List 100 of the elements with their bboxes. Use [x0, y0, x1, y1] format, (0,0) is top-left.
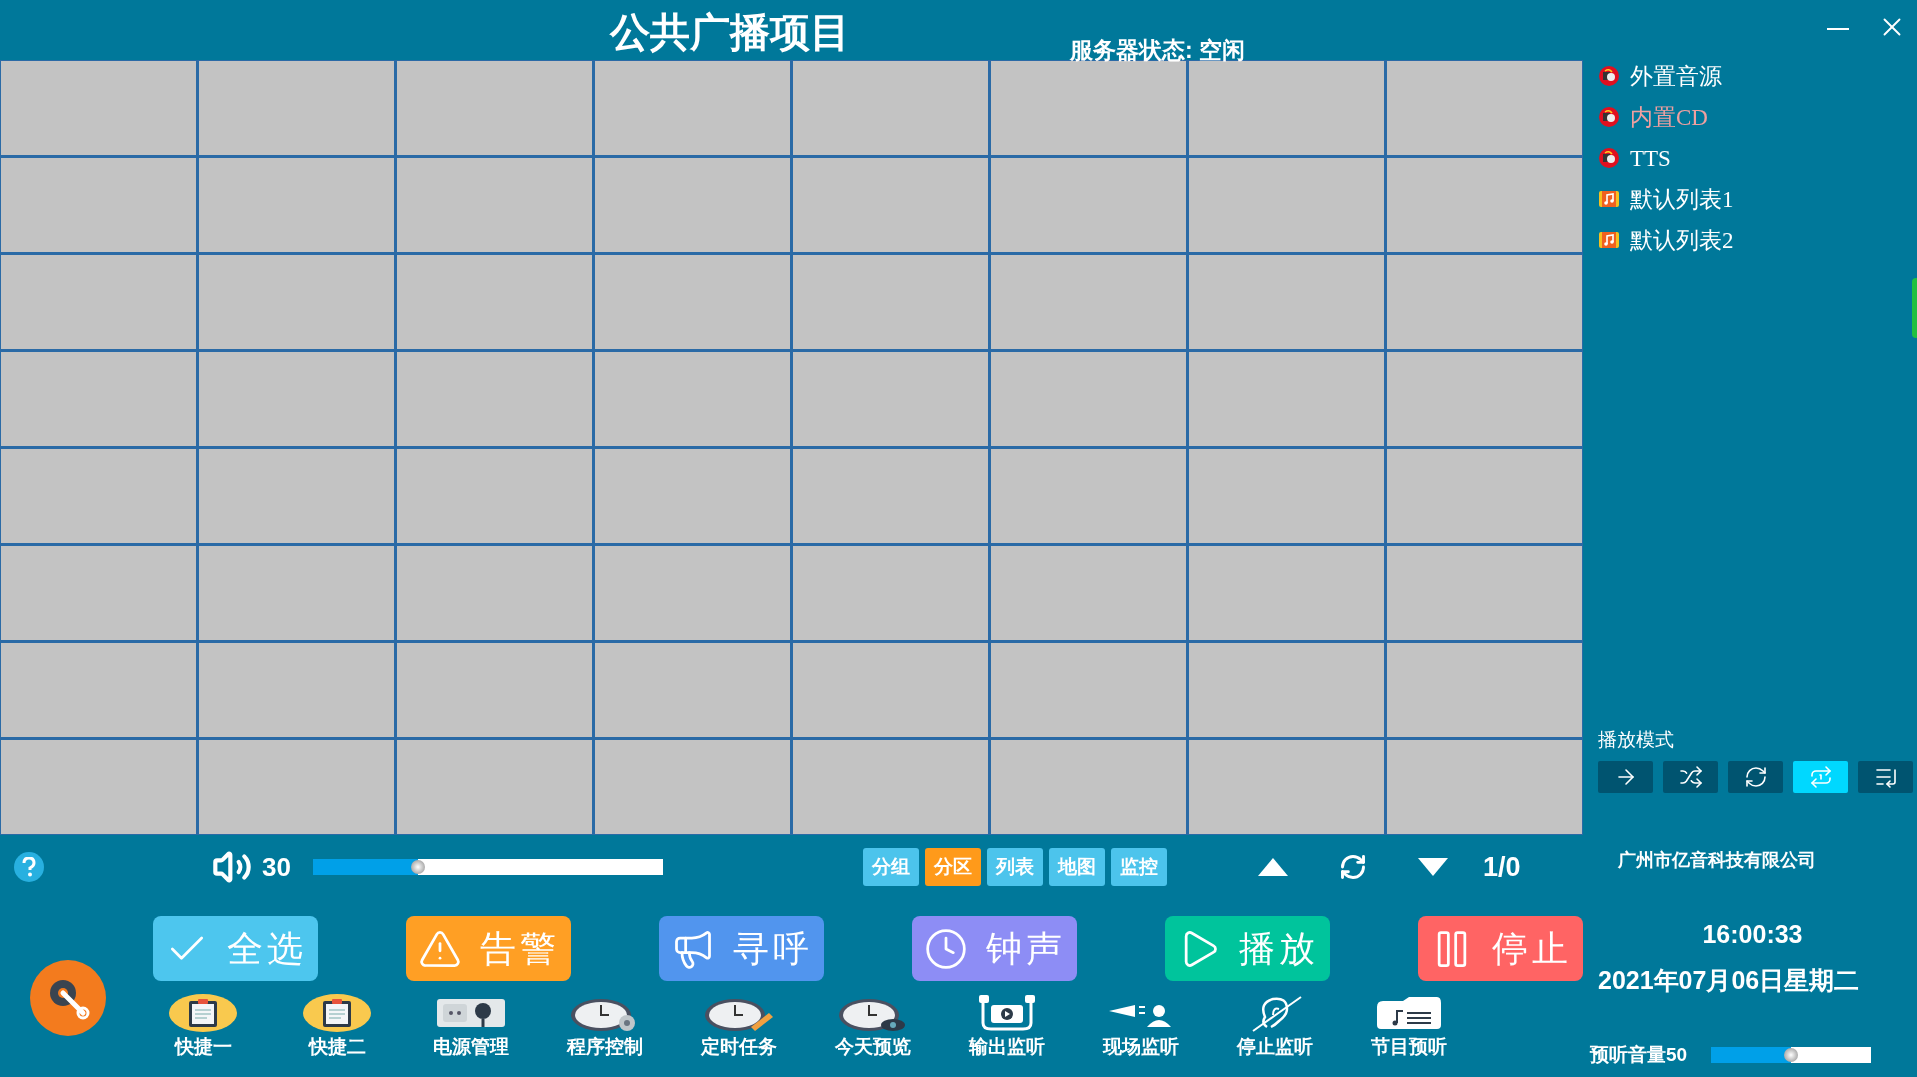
volume-slider[interactable] — [312, 859, 663, 875]
tool-button[interactable]: 定时任务 — [672, 993, 806, 1059]
zone-cell[interactable] — [397, 158, 592, 252]
scrollbar-thumb[interactable] — [1912, 278, 1917, 338]
zone-cell[interactable] — [1, 740, 196, 834]
zone-cell[interactable] — [397, 449, 592, 543]
tool-button[interactable]: 现场监听 — [1074, 993, 1208, 1059]
zone-cell[interactable] — [1, 643, 196, 737]
source-item[interactable]: 默认列表1 — [1598, 185, 1917, 213]
zone-cell[interactable] — [1189, 449, 1384, 543]
play-mode-button[interactable] — [1598, 761, 1653, 793]
tool-button[interactable]: 节目预听 — [1342, 993, 1476, 1059]
zone-cell[interactable] — [1189, 158, 1384, 252]
zone-cell[interactable] — [199, 546, 394, 640]
help-icon[interactable] — [14, 852, 44, 882]
zone-cell[interactable] — [1189, 255, 1384, 349]
tool-button[interactable]: 快捷一 — [136, 993, 270, 1059]
zone-cell[interactable] — [793, 449, 988, 543]
tool-button[interactable]: 停止监听 — [1208, 993, 1342, 1059]
window-title: 公共广播项目 — [610, 12, 850, 52]
play-mode-button[interactable] — [1663, 761, 1718, 793]
zone-cell[interactable] — [595, 643, 790, 737]
zone-cell[interactable] — [1189, 546, 1384, 640]
preview-volume-slider[interactable] — [1711, 1046, 1872, 1063]
zone-cell[interactable] — [199, 740, 394, 834]
action-button[interactable]: 钟声 — [912, 916, 1077, 981]
play-mode-button[interactable] — [1728, 761, 1783, 793]
zone-cell[interactable] — [199, 352, 394, 446]
page-counter: 1/0 — [1482, 850, 1521, 884]
zone-cell[interactable] — [595, 449, 790, 543]
tool-button[interactable]: 今天预览 — [806, 993, 940, 1059]
music-note-icon — [1598, 188, 1620, 210]
zone-cell[interactable] — [199, 449, 394, 543]
zone-cell[interactable] — [793, 158, 988, 252]
zone-cell[interactable] — [397, 546, 592, 640]
zone-cell[interactable] — [397, 61, 592, 155]
zone-cell[interactable] — [1189, 352, 1384, 446]
zone-cell[interactable] — [793, 740, 988, 834]
zone-cell[interactable] — [397, 352, 592, 446]
zone-cell[interactable] — [1189, 740, 1384, 834]
zone-cell[interactable] — [991, 158, 1186, 252]
zone-cell[interactable] — [991, 449, 1186, 543]
zone-cell[interactable] — [1387, 255, 1582, 349]
zone-cell[interactable] — [397, 643, 592, 737]
zone-cell[interactable] — [595, 158, 790, 252]
server-status: 服务器状态: 空闲 — [1070, 39, 1246, 62]
zone-cell[interactable] — [1189, 643, 1384, 737]
zone-cell[interactable] — [397, 740, 592, 834]
zone-cell[interactable] — [595, 255, 790, 349]
zone-cell[interactable] — [1387, 740, 1582, 834]
zone-cell[interactable] — [1387, 546, 1582, 640]
zone-cell[interactable] — [1, 158, 196, 252]
zone-cell[interactable] — [793, 255, 988, 349]
source-item[interactable]: TTS — [1598, 144, 1917, 172]
zone-cell[interactable] — [991, 643, 1186, 737]
clipboard-icon — [301, 993, 373, 1033]
tool-button[interactable]: 程序控制 — [538, 993, 672, 1059]
zone-cell[interactable] — [199, 643, 394, 737]
music-note-icon — [1598, 229, 1620, 251]
tool-button[interactable]: 电源管理 — [404, 993, 538, 1059]
zone-cell[interactable] — [793, 643, 988, 737]
zone-cell[interactable] — [991, 255, 1186, 349]
zone-cell[interactable] — [397, 255, 592, 349]
source-item[interactable]: 默认列表2 — [1598, 226, 1917, 254]
zone-cell[interactable] — [991, 546, 1186, 640]
zone-cell[interactable] — [199, 255, 394, 349]
source-item[interactable]: 外置音源 — [1598, 62, 1917, 90]
zone-cell[interactable] — [199, 158, 394, 252]
zone-cell[interactable] — [1189, 61, 1384, 155]
zone-cell[interactable] — [1387, 449, 1582, 543]
zone-cell[interactable] — [1, 61, 196, 155]
zone-cell[interactable] — [991, 740, 1186, 834]
zone-cell[interactable] — [991, 61, 1186, 155]
action-button[interactable]: 停止 — [1418, 916, 1583, 981]
zone-cell[interactable] — [199, 61, 394, 155]
play-mode-button[interactable] — [1858, 761, 1913, 793]
action-button[interactable]: 寻呼 — [659, 916, 824, 981]
zone-cell[interactable] — [793, 352, 988, 446]
zone-cell[interactable] — [1387, 352, 1582, 446]
tool-button[interactable]: 快捷二 — [270, 993, 404, 1059]
zone-cell[interactable] — [793, 546, 988, 640]
triangle-down-icon — [1416, 857, 1449, 877]
preview-volume-label: 预听音量50 — [1590, 1042, 1688, 1067]
tool-button[interactable]: 输出监听 — [940, 993, 1074, 1059]
zone-cell[interactable] — [1387, 643, 1582, 737]
zone-cell[interactable] — [1, 546, 196, 640]
zone-cell[interactable] — [1387, 158, 1582, 252]
triangle-up-icon — [1256, 857, 1289, 877]
zone-cell[interactable] — [595, 546, 790, 640]
zone-cell[interactable] — [595, 352, 790, 446]
zone-cell[interactable] — [793, 61, 988, 155]
zone-cell[interactable] — [1, 352, 196, 446]
zone-cell[interactable] — [595, 61, 790, 155]
zone-cell[interactable] — [1387, 61, 1582, 155]
clock-time: 16:00:33 — [1702, 919, 1803, 950]
clock-date: 2021年07月06日星期二 — [1598, 964, 1861, 996]
zone-cell[interactable] — [991, 352, 1186, 446]
zone-cell[interactable] — [1, 449, 196, 543]
zone-cell[interactable] — [595, 740, 790, 834]
zone-cell[interactable] — [1, 255, 196, 349]
